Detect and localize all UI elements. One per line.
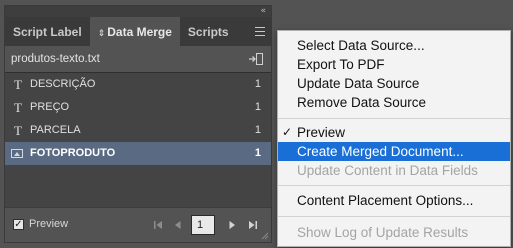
panel-footer: ✓ Preview 1: [5, 207, 271, 242]
data-merge-panel: « Script Label ⇕ Data Merge Scripts produ…: [4, 5, 272, 243]
data-source-filename: produtos-texto.txt: [11, 53, 100, 65]
tab-scripts[interactable]: Scripts: [180, 17, 237, 46]
first-record-icon[interactable]: [153, 219, 163, 231]
field-name: FOTOPRODUTO: [30, 147, 116, 159]
tab-data-merge[interactable]: ⇕ Data Merge: [89, 17, 180, 46]
checkmark-icon: ✓: [282, 125, 293, 139]
field-row-fotoproduto[interactable]: FOTOPRODUTO 1: [5, 142, 271, 165]
field-count: 1: [254, 101, 261, 113]
menu-item-update-data-source[interactable]: Update Data Source: [278, 74, 510, 93]
menu-separator: [278, 185, 510, 186]
preview-label: Preview: [29, 218, 69, 230]
next-record-icon[interactable]: [227, 219, 237, 231]
menu-item-preview-label: Preview: [297, 125, 346, 140]
text-field-icon: T: [14, 123, 22, 138]
resize-grip-icon[interactable]: [261, 232, 269, 240]
image-field-icon: [11, 149, 23, 158]
menu-item-preview[interactable]: ✓ Preview: [278, 123, 510, 142]
panel-tabs: Script Label ⇕ Data Merge Scripts: [5, 17, 271, 46]
text-field-icon: T: [14, 77, 22, 92]
field-name: PARCELA: [30, 124, 81, 136]
field-count: 1: [254, 147, 261, 159]
preview-checkbox[interactable]: ✓: [13, 219, 24, 230]
create-merged-document-icon[interactable]: [249, 53, 263, 65]
text-field-icon: T: [14, 100, 22, 115]
menu-item-export-to-pdf[interactable]: Export To PDF: [278, 55, 510, 74]
tab-script-label[interactable]: Script Label: [5, 17, 90, 46]
panel-title-bar[interactable]: «: [5, 6, 271, 17]
field-name: DESCRIÇÃO: [30, 78, 96, 90]
menu-item-create-merged-document[interactable]: Create Merged Document...: [278, 142, 510, 161]
field-row-descricao[interactable]: T DESCRIÇÃO 1: [5, 73, 271, 96]
field-row-parcela[interactable]: T PARCELA 1: [5, 119, 271, 142]
menu-item-content-placement-options[interactable]: Content Placement Options...: [278, 191, 510, 210]
panel-menu-icon[interactable]: [255, 27, 265, 36]
last-record-icon[interactable]: [248, 219, 258, 231]
tab-toggle-icon: ⇕: [97, 29, 106, 39]
menu-separator: [278, 118, 510, 119]
field-name: PREÇO: [30, 101, 70, 113]
panel-flyout-menu: Select Data Source... Export To PDF Upda…: [277, 30, 511, 247]
menu-item-update-content-in-data-fields: Update Content in Data Fields: [297, 163, 478, 178]
menu-item-select-data-source[interactable]: Select Data Source...: [278, 36, 510, 55]
record-number-input[interactable]: 1: [191, 215, 215, 235]
tab-data-merge-label: Data Merge: [107, 25, 172, 39]
data-source-row: produtos-texto.txt: [5, 46, 271, 72]
field-count: 1: [254, 78, 261, 90]
previous-record-icon[interactable]: [173, 219, 183, 231]
field-count: 1: [254, 124, 261, 136]
menu-item-remove-data-source[interactable]: Remove Data Source: [278, 93, 510, 112]
menu-separator: [278, 216, 510, 217]
menu-item-show-log-of-update-results: Show Log of Update Results: [297, 225, 469, 240]
collapse-panel-icon[interactable]: «: [260, 6, 266, 17]
data-fields-list: T DESCRIÇÃO 1 T PREÇO 1 T PARCELA 1 FOTO…: [5, 72, 271, 207]
field-row-preco[interactable]: T PREÇO 1: [5, 96, 271, 119]
